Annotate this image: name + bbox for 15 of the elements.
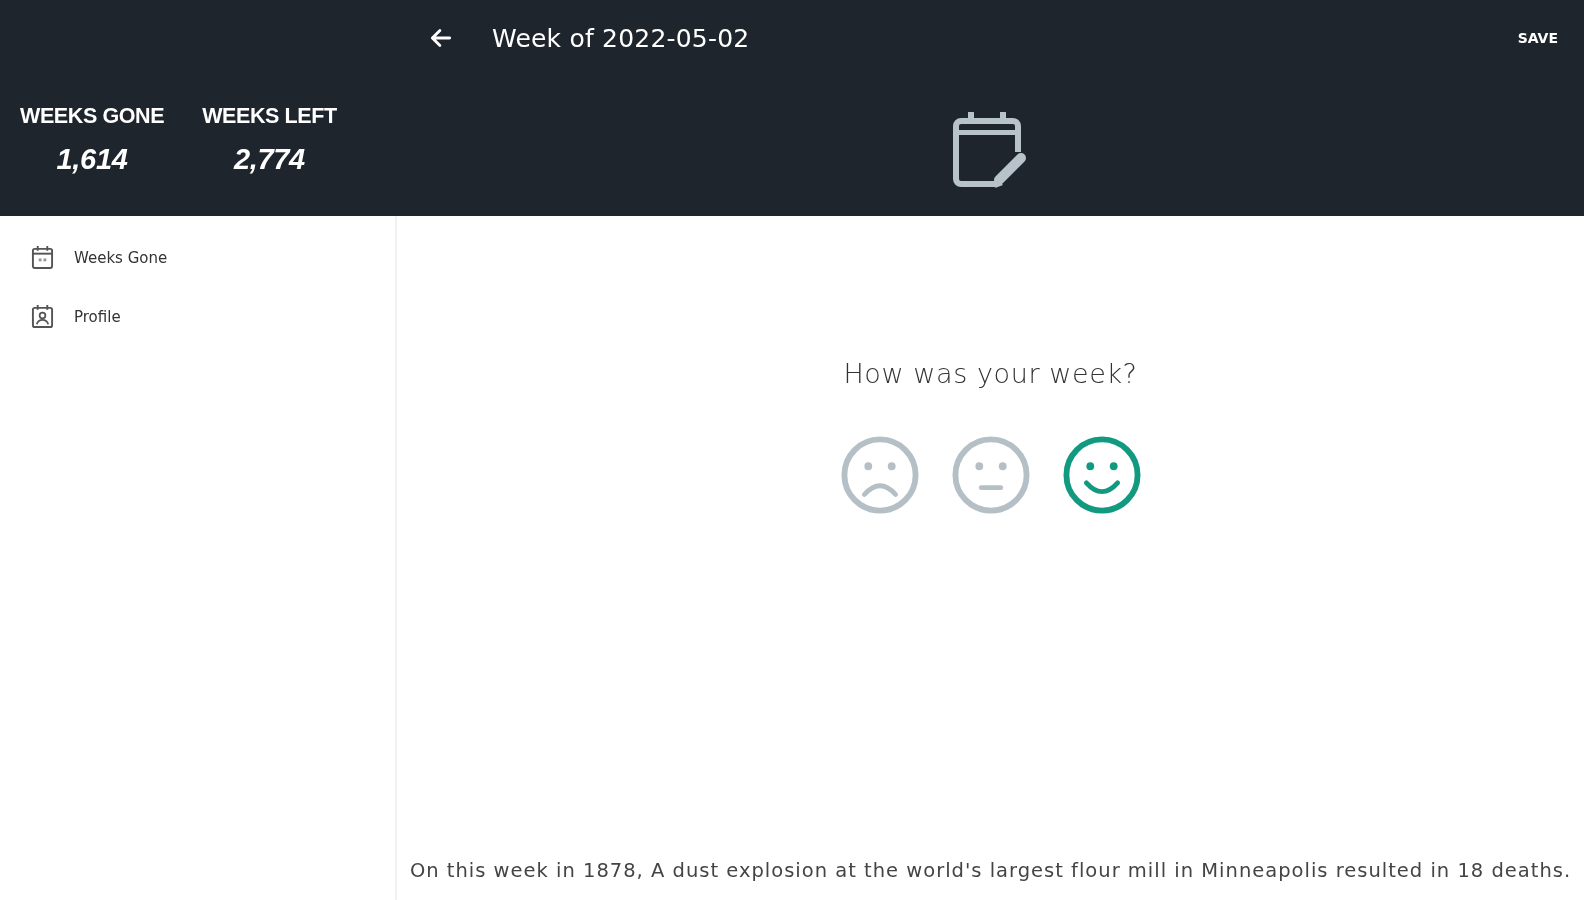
calendar-icon (31, 245, 54, 270)
stat-label: WEEKS LEFT (202, 104, 337, 129)
sidebar-item[interactable]: Profile (0, 287, 395, 346)
sidebar-item[interactable]: Weeks Gone (0, 228, 395, 287)
stat-label: WEEKS GONE (20, 104, 165, 129)
page-title: Week of 2022-05-02 (492, 23, 750, 53)
question-text: How was your week? (843, 358, 1138, 389)
save-button[interactable]: SAVE (1513, 24, 1562, 52)
neutral-face-icon[interactable] (951, 436, 1030, 514)
fact-text: On this week in 1878, A dust explosion at the world's largest flour mill in Minneapolis resulted in 18 deaths. (409, 859, 1572, 882)
sad-face-icon[interactable] (840, 436, 919, 514)
stat-value: 1,614 (56, 143, 128, 176)
calendar-person-icon (31, 304, 54, 329)
stat-value: 2,774 (233, 143, 305, 176)
smiling-face-icon[interactable] (1062, 436, 1141, 514)
